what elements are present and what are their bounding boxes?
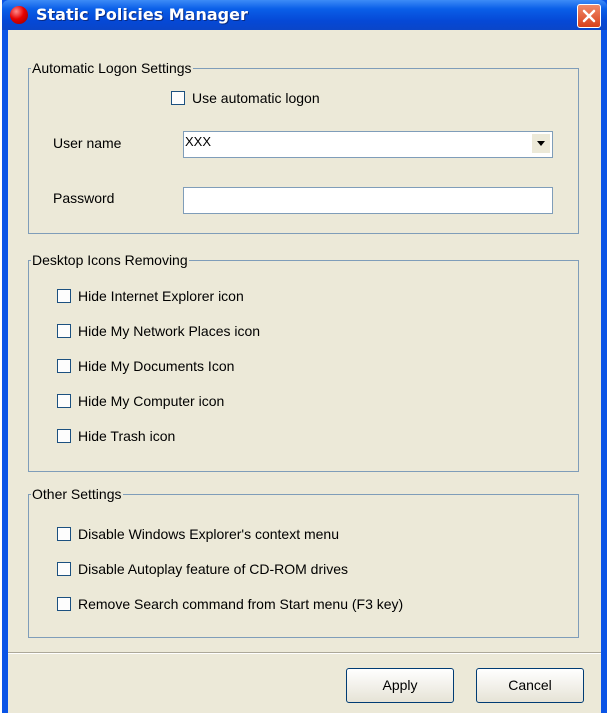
dialog-window: Static Policies Manager Automatic Logon …: [2, 0, 607, 713]
other-settings-group: Other Settings Disable Windows Explorer'…: [28, 486, 579, 638]
remove-search-command-checkbox[interactable]: Remove Search command from Start menu (F…: [57, 595, 537, 613]
checkbox-label: Remove Search command from Start menu (F…: [78, 596, 404, 612]
checkbox-box[interactable]: [57, 527, 71, 541]
red-orb-icon: [10, 6, 28, 24]
close-icon: [582, 9, 596, 23]
checkbox-box[interactable]: [57, 394, 71, 408]
checkbox-label: Disable Windows Explorer's context menu: [78, 526, 340, 542]
footer-divider: [8, 652, 601, 654]
automatic-logon-group: Automatic Logon Settings Use automatic l…: [28, 60, 579, 234]
user-name-combobox[interactable]: XXX: [183, 131, 553, 158]
desktop-icons-group: Desktop Icons Removing Hide Internet Exp…: [28, 252, 579, 472]
checkbox-label: Hide Internet Explorer icon: [78, 288, 244, 304]
cancel-button[interactable]: Cancel: [476, 668, 584, 703]
hide-my-computer-checkbox[interactable]: Hide My Computer icon: [57, 392, 357, 410]
checkbox-box[interactable]: [57, 324, 71, 338]
hide-trash-checkbox[interactable]: Hide Trash icon: [57, 427, 357, 445]
group-label-other-settings: Other Settings: [31, 486, 123, 502]
disable-context-menu-checkbox[interactable]: Disable Windows Explorer's context menu: [57, 525, 537, 543]
checkbox-box[interactable]: [57, 359, 71, 373]
user-name-value: XXX: [185, 134, 212, 149]
group-label-automatic-logon: Automatic Logon Settings: [31, 60, 193, 76]
dialog-client-area: Automatic Logon Settings Use automatic l…: [8, 30, 601, 713]
chevron-down-icon: [537, 141, 545, 146]
user-name-label: User name: [53, 135, 122, 151]
checkbox-label: Hide My Computer icon: [78, 393, 225, 409]
title-bar[interactable]: Static Policies Manager: [2, 0, 607, 30]
hide-my-documents-checkbox[interactable]: Hide My Documents Icon: [57, 357, 357, 375]
checkbox-label: Hide My Network Places icon: [78, 323, 261, 339]
close-button[interactable]: [577, 4, 601, 28]
checkbox-label: Hide Trash icon: [78, 428, 176, 444]
checkbox-box[interactable]: [57, 562, 71, 576]
checkbox-label: Use automatic logon: [192, 90, 320, 106]
checkbox-box[interactable]: [57, 429, 71, 443]
dropdown-button[interactable]: [532, 134, 550, 153]
checkbox-label: Disable Autoplay feature of CD-ROM drive…: [78, 561, 348, 577]
disable-autoplay-checkbox[interactable]: Disable Autoplay feature of CD-ROM drive…: [57, 560, 537, 578]
password-label: Password: [53, 190, 115, 206]
apply-button[interactable]: Apply: [346, 668, 454, 703]
checkbox-box[interactable]: [57, 597, 71, 611]
hide-my-network-places-checkbox[interactable]: Hide My Network Places icon: [57, 322, 357, 340]
checkbox-label: Hide My Documents Icon: [78, 358, 235, 374]
use-automatic-logon-checkbox[interactable]: Use automatic logon: [171, 89, 391, 107]
checkbox-box[interactable]: [171, 91, 185, 105]
password-field[interactable]: [183, 187, 553, 214]
hide-internet-explorer-checkbox[interactable]: Hide Internet Explorer icon: [57, 287, 357, 305]
checkbox-box[interactable]: [57, 289, 71, 303]
window-title: Static Policies Manager: [36, 5, 248, 24]
group-label-desktop-icons: Desktop Icons Removing: [31, 252, 189, 268]
